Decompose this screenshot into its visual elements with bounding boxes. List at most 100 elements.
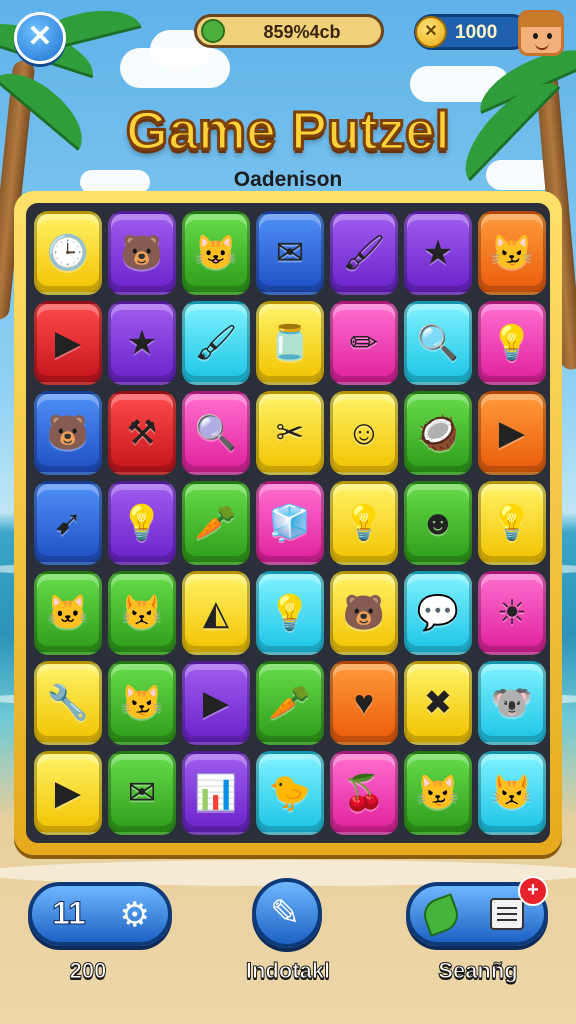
tile-lightbulb[interactable]: 💡 xyxy=(478,481,546,565)
blob-icon: ☻ xyxy=(420,504,456,542)
shop-button[interactable]: + xyxy=(406,876,548,946)
tile-play-arrow[interactable]: ▶ xyxy=(182,661,250,745)
tile-tools[interactable]: ✂ xyxy=(256,391,324,475)
tile-paintbrush[interactable]: 🖌 xyxy=(330,211,398,295)
tile-bubble[interactable]: 💬 xyxy=(404,571,472,655)
bubble-icon: 💬 xyxy=(416,594,460,632)
tile-pot[interactable]: 🫙 xyxy=(256,301,324,385)
bar-chart-icon: 📊 xyxy=(194,774,238,812)
tile-play-arrow[interactable]: ▶ xyxy=(478,391,546,475)
carrot-icon: 🥕 xyxy=(194,504,238,542)
coin-counter[interactable]: ✕ 1000 xyxy=(414,14,530,50)
tile-bear[interactable]: 🐻 xyxy=(330,571,398,655)
tile-bear[interactable]: 🐻 xyxy=(34,391,102,475)
tile-magnifier[interactable]: 🔍 xyxy=(404,301,472,385)
lightbulb-icon: 💡 xyxy=(342,504,386,542)
tile-carrot[interactable]: 🥕 xyxy=(256,661,324,745)
avatar-mouth xyxy=(535,43,549,50)
close-button[interactable]: ✕ xyxy=(14,12,66,64)
tile-lightbulb[interactable]: 💡 xyxy=(256,571,324,655)
tile-lightbulb[interactable]: 💡 xyxy=(478,301,546,385)
tile-blob[interactable]: ☻ xyxy=(404,481,472,565)
tile-cat[interactable]: 😺 xyxy=(182,211,250,295)
tile-paintbrush[interactable]: 🖌 xyxy=(182,301,250,385)
booster-button[interactable]: ✎ xyxy=(252,878,322,948)
envelope-icon: ✉ xyxy=(127,774,157,812)
coin-icon: ✕ xyxy=(415,16,447,48)
tile-bird[interactable]: 🐤 xyxy=(256,751,324,835)
tile-star[interactable]: ★ xyxy=(108,301,176,385)
tile-cube[interactable]: 🧊 xyxy=(256,481,324,565)
blob-icon: ☺ xyxy=(346,414,382,452)
tile-cat[interactable]: 🐱 xyxy=(34,571,102,655)
tile-grid: 🕒 🐻 😺 ✉ 🖌 ★ 😼 ▶ ★ 🖌 🫙 ✏ 🔍 💡 🐻 ⚒ 🔍 ✂ ☺ 🥥 ▶ ➹ 💡 🥕 🧊 💡 ☻ 💡 🐱 😾 ◭ 💡 🐻 💬 ☀ 🔧 😼 ▶ 🥕 ♥… xyxy=(34,211,546,835)
heart-icon: ♥ xyxy=(353,684,375,722)
lightbulb-icon: 💡 xyxy=(120,504,164,542)
cross-sticks-icon: ✖ xyxy=(423,684,453,722)
tile-tools[interactable]: 🔧 xyxy=(34,661,102,745)
cherry-icon: 🍒 xyxy=(342,774,386,812)
play-arrow-icon: ▶ xyxy=(54,774,82,812)
cat-icon: 😼 xyxy=(490,234,534,272)
plus-badge: + xyxy=(518,876,548,906)
tile-cross-sticks[interactable]: ✖ xyxy=(404,661,472,745)
tile-pencil[interactable]: ✏ xyxy=(330,301,398,385)
tile-clock[interactable]: 🕒 xyxy=(34,211,102,295)
tile-arrow[interactable]: ➹ xyxy=(34,481,102,565)
tile-bar-chart[interactable]: 📊 xyxy=(182,751,250,835)
tile-cat[interactable]: 😼 xyxy=(108,661,176,745)
tile-cat[interactable]: 😾 xyxy=(108,571,176,655)
tile-koala[interactable]: 🐨 xyxy=(478,661,546,745)
lightbulb-icon: 💡 xyxy=(490,324,534,362)
star-icon: ★ xyxy=(422,234,454,272)
avatar-hair xyxy=(521,13,561,27)
tile-cat[interactable]: 😼 xyxy=(478,211,546,295)
pot-icon: 🫙 xyxy=(268,324,312,362)
coconut-icon: 🥥 xyxy=(416,414,460,452)
cat-icon: 😺 xyxy=(194,234,238,272)
cube-icon: 🧊 xyxy=(268,504,312,542)
tile-bear[interactable]: 🐻 xyxy=(108,211,176,295)
star-icon: ★ xyxy=(126,324,158,362)
cat-icon: 😾 xyxy=(490,774,534,812)
play-arrow-icon: ▶ xyxy=(202,684,230,722)
tile-play-arrow[interactable]: ▶ xyxy=(34,301,102,385)
settings-button[interactable]: 11 ⚙ xyxy=(28,882,172,946)
gear-icon: ⚙ xyxy=(119,896,150,934)
tools-icon: 🔧 xyxy=(46,684,90,722)
cat-icon: 😼 xyxy=(416,774,460,812)
tile-heart[interactable]: ♥ xyxy=(330,661,398,745)
tile-lightbulb[interactable]: 💡 xyxy=(108,481,176,565)
magnifier-icon: 🔍 xyxy=(194,414,238,452)
close-icon: ✕ xyxy=(27,20,53,53)
tile-cherry[interactable]: 🍒 xyxy=(330,751,398,835)
level-number: 11 xyxy=(52,895,87,932)
lightbulb-icon: 💡 xyxy=(490,504,534,542)
tools-icon: ✂ xyxy=(275,414,305,452)
tile-sun[interactable]: ☀ xyxy=(478,571,546,655)
magnifier-icon: 🔍 xyxy=(416,324,460,362)
wedge-icon: ◭ xyxy=(202,594,230,632)
tile-tools[interactable]: ⚒ xyxy=(108,391,176,475)
arrow-icon: ➹ xyxy=(53,504,83,542)
tile-coconut[interactable]: 🥥 xyxy=(404,391,472,475)
tile-wedge[interactable]: ◭ xyxy=(182,571,250,655)
tile-play-arrow[interactable]: ▶ xyxy=(34,751,102,835)
right-label: Seanñg xyxy=(438,958,518,984)
bear-icon: 🐻 xyxy=(342,594,386,632)
tile-lightbulb[interactable]: 💡 xyxy=(330,481,398,565)
tile-envelope[interactable]: ✉ xyxy=(108,751,176,835)
avatar[interactable] xyxy=(518,10,564,56)
game-title: Game Putzel xyxy=(124,100,451,163)
coin-count: 1000 xyxy=(455,22,498,43)
middle-label: Indotakl xyxy=(245,958,331,984)
tile-cat[interactable]: 😾 xyxy=(478,751,546,835)
tile-magnifier[interactable]: 🔍 xyxy=(182,391,250,475)
tile-cat[interactable]: 😼 xyxy=(404,751,472,835)
tile-carrot[interactable]: 🥕 xyxy=(182,481,250,565)
tile-envelope[interactable]: ✉ xyxy=(256,211,324,295)
tile-blob[interactable]: ☺ xyxy=(330,391,398,475)
paintbrush-icon: 🖌 xyxy=(194,324,238,362)
leaf-icon xyxy=(201,19,225,43)
tile-star[interactable]: ★ xyxy=(404,211,472,295)
